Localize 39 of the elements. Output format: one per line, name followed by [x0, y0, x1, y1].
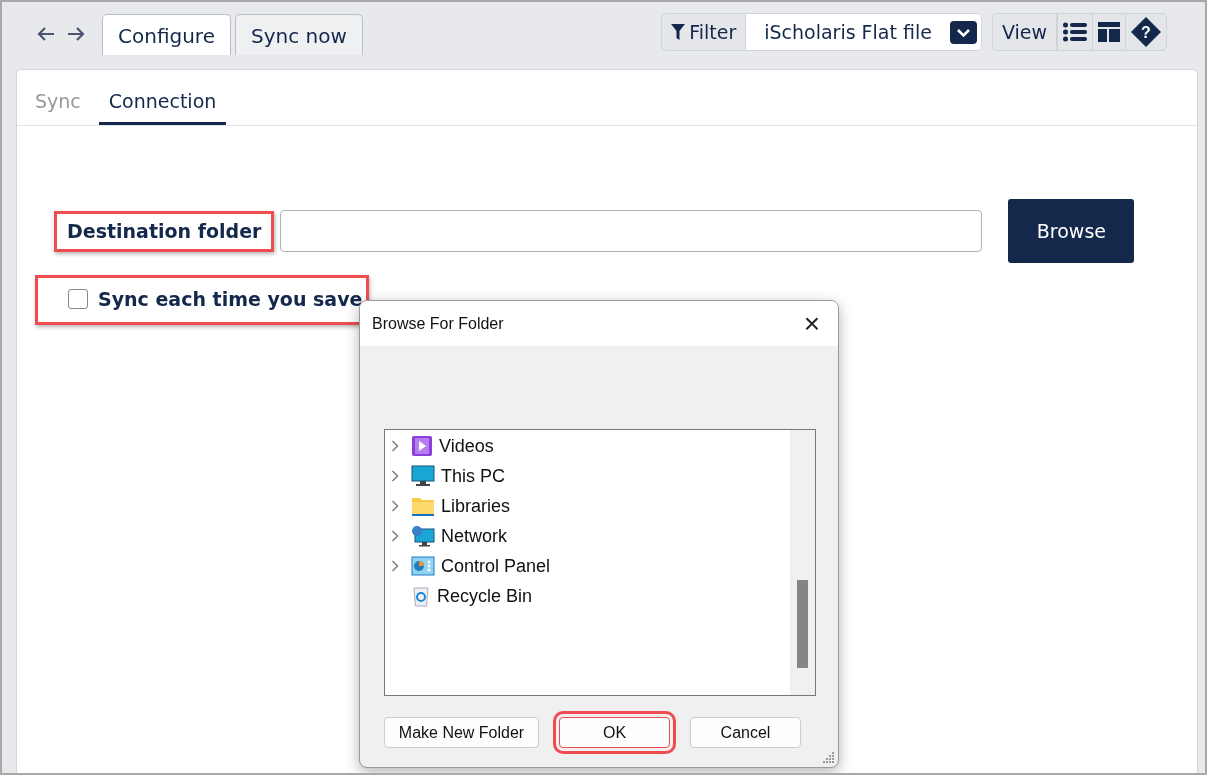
folder-tree-item[interactable]: Network	[441, 525, 507, 547]
network-icon	[411, 525, 435, 547]
back-arrow-icon[interactable]	[36, 25, 56, 42]
folder-tree-item[interactable]: Libraries	[441, 495, 511, 517]
view-button[interactable]: View	[992, 14, 1057, 50]
layout-icon	[1098, 22, 1120, 42]
destination-folder-field[interactable]	[280, 210, 983, 252]
scrollbar-thumb[interactable]	[797, 580, 808, 668]
chevron-down-icon	[949, 20, 977, 44]
expand-chevron-icon[interactable]	[391, 530, 399, 542]
folder-tree-item[interactable]: Control Panel	[441, 555, 551, 577]
tab[interactable]: Configure	[102, 14, 231, 55]
help-icon: ?	[1131, 17, 1161, 47]
video-icon	[411, 435, 433, 457]
folder-tree-item[interactable]: Recycle Bin	[437, 585, 533, 607]
folder-tree-item[interactable]: This PC	[441, 465, 505, 487]
close-button[interactable]: ×	[792, 306, 832, 341]
list-icon	[1063, 22, 1087, 42]
expand-chevron-icon[interactable]	[391, 500, 399, 512]
help-button[interactable]: ?	[1125, 14, 1166, 50]
sync-on-save-checkbox[interactable]: Sync each time you save	[35, 275, 370, 325]
subtab[interactable]: Connection	[98, 90, 227, 125]
dropdown-value: iScholaris Flat file	[764, 21, 932, 43]
expand-chevron-icon[interactable]	[391, 560, 399, 572]
folder-tree-item[interactable]: Videos	[439, 435, 494, 457]
forward-arrow-icon[interactable]	[66, 25, 86, 42]
resize-grip-icon[interactable]	[823, 752, 835, 764]
folder-icon	[411, 495, 435, 517]
browse-button[interactable]: Browse	[1008, 199, 1135, 263]
filter-icon	[671, 24, 686, 40]
dialog-title: Browse For Folder	[372, 314, 504, 333]
destination-folder-label: Destination folder	[54, 210, 275, 252]
source-dropdown[interactable]: iScholaris Flat file	[746, 14, 981, 50]
tab[interactable]: Sync now	[234, 14, 363, 55]
control-panel-icon	[411, 556, 435, 576]
expand-chevron-icon[interactable]	[391, 470, 399, 482]
recycle-bin-icon	[411, 585, 431, 607]
expand-chevron-icon[interactable]	[391, 440, 399, 452]
monitor-icon	[411, 465, 435, 487]
